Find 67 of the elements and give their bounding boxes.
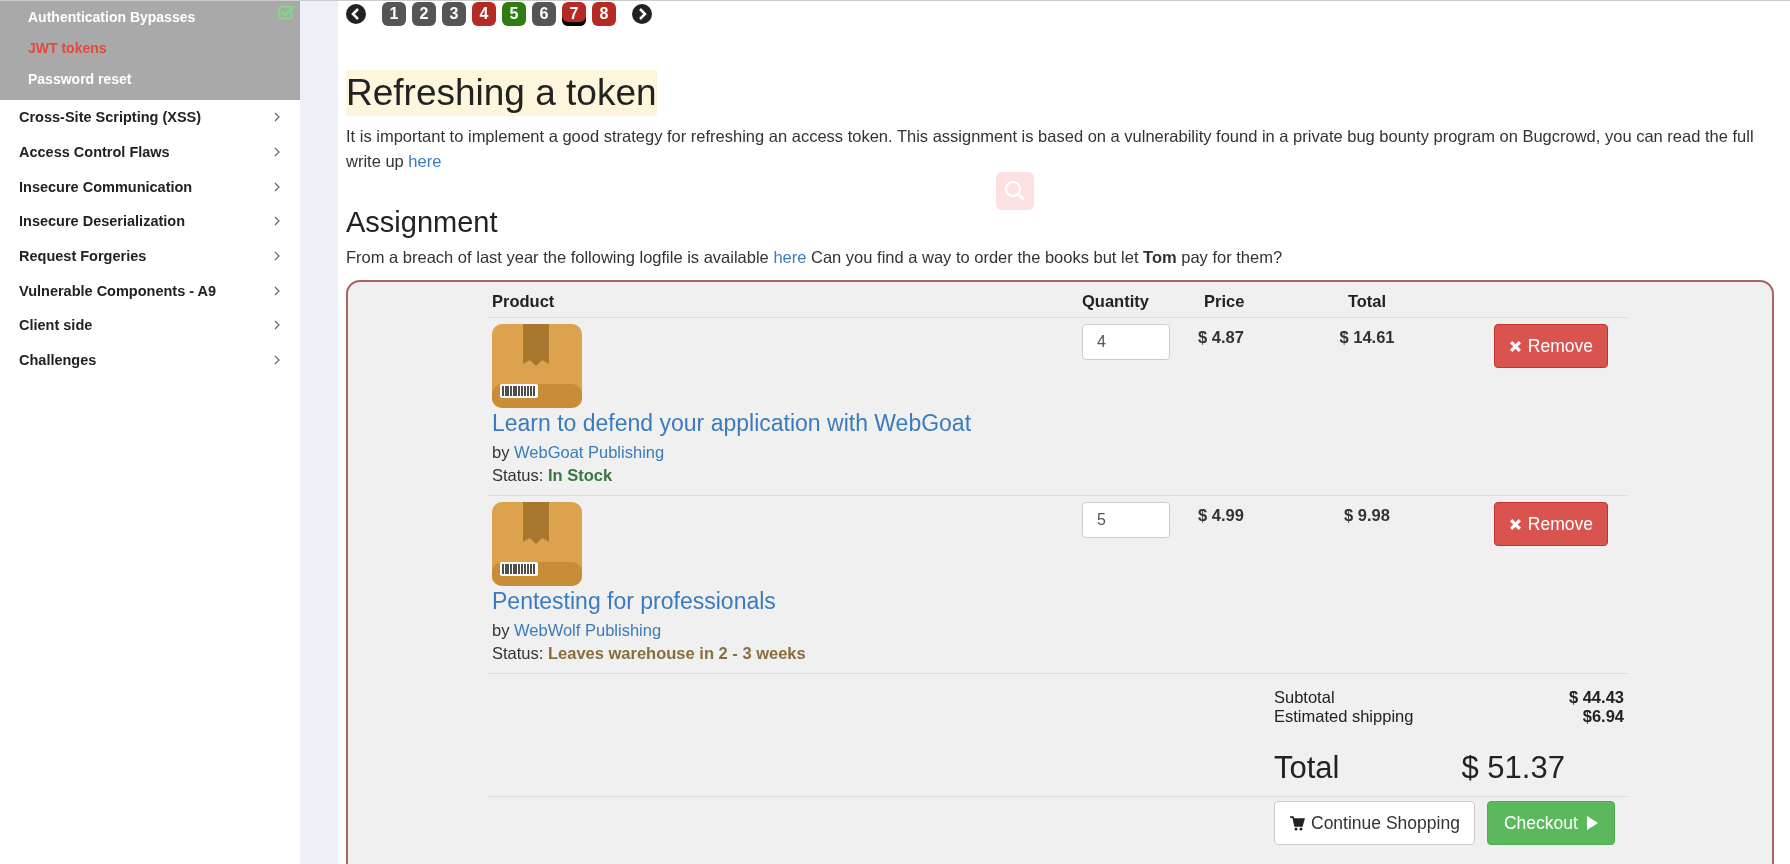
chevron-right-icon — [274, 251, 280, 262]
chevron-right-icon — [274, 320, 280, 331]
chevron-right-icon — [274, 181, 280, 192]
close-icon — [1508, 517, 1522, 531]
page-button[interactable]: 2 — [412, 2, 436, 26]
stock-status: In Stock — [547, 466, 613, 484]
remove-button[interactable]: Remove — [1493, 502, 1608, 546]
shipping-label: Estimated shipping — [1274, 707, 1414, 726]
column-header: Price — [1203, 292, 1246, 311]
page-button[interactable]: 8 — [592, 2, 616, 26]
chevron-right-icon — [274, 216, 280, 227]
category-link[interactable]: Insecure Communication — [19, 178, 193, 195]
page-title: Refreshing a token — [346, 70, 657, 116]
total-label: Total — [1274, 750, 1340, 786]
shipping-value: $6.94 — [1582, 707, 1624, 726]
publisher-link[interactable]: WebWolf Publishing — [514, 621, 662, 639]
logfile-link[interactable]: here — [773, 248, 807, 266]
play-icon — [1585, 816, 1598, 830]
total-cell-text: $ 14.61 — [1338, 327, 1396, 348]
write-up-link[interactable]: here — [408, 152, 442, 170]
category-link[interactable]: Insecure Deserialization — [19, 213, 185, 230]
quantity-field[interactable]: 4 — [1082, 324, 1170, 360]
total-value: $ 51.37 — [1461, 750, 1565, 786]
price-cell-text: $ 4.99 — [1197, 505, 1245, 526]
package-icon — [492, 324, 582, 408]
category-link[interactable]: Client side — [19, 317, 93, 334]
assignment-paragraph: From a breach of last year the following logfile is available here Can you find a way to order the books but let Tom pay for them? — [346, 247, 1284, 268]
cart-icon — [1289, 815, 1305, 831]
chevron-right-icon — [274, 112, 280, 123]
subtotal-label: Subtotal — [1274, 688, 1335, 707]
total-cell-text: $ 9.98 — [1343, 505, 1391, 526]
by-label: by — [492, 621, 510, 639]
close-icon — [1508, 339, 1522, 353]
price-cell-text: $ 4.87 — [1197, 327, 1245, 348]
stock-status: Leaves warehouse in 2 - 3 weeks — [547, 644, 806, 662]
page-button[interactable]: 1 — [382, 2, 406, 26]
category-link[interactable]: Access Control Flaws — [19, 144, 170, 161]
category-link[interactable]: Cross-Site Scripting (XSS) — [19, 109, 202, 126]
publisher-link[interactable]: WebGoat Publishing — [514, 443, 665, 461]
continue-shopping-button[interactable]: Continue Shopping — [1274, 801, 1475, 845]
column-header: Product — [492, 292, 556, 311]
chevron-right-icon — [274, 147, 280, 158]
previous-page-icon[interactable] — [346, 4, 366, 24]
page-button[interactable]: 7 — [562, 2, 586, 26]
package-icon — [492, 502, 582, 586]
remove-button[interactable]: Remove — [1493, 324, 1608, 368]
product-title-link[interactable]: Learn to defend your application with WebGoat — [492, 410, 972, 437]
next-page-icon[interactable] — [632, 4, 652, 24]
page-button[interactable]: 4 — [472, 2, 496, 26]
chevron-right-icon — [274, 355, 280, 366]
intro-paragraph: It is important to implement a good strategy for refreshing an access token. This assignment is based on a vulnerability found in a private bug bounty program on Bugcrowd, you can read the full write up here — [346, 126, 1755, 172]
by-label: by — [492, 443, 510, 461]
subtotal-value: $ 44.43 — [1568, 688, 1624, 707]
page-button[interactable]: 5 — [502, 2, 526, 26]
category-link[interactable]: Request Forgeries — [19, 248, 147, 265]
chevron-right-icon — [274, 285, 280, 296]
product-title-link[interactable]: Pentesting for professionals — [492, 588, 776, 615]
page-button[interactable]: 6 — [532, 2, 556, 26]
category-link[interactable]: Vulnerable Components - A9 — [19, 282, 217, 299]
quantity-field[interactable]: 5 — [1082, 502, 1170, 538]
status-label: Status: — [492, 644, 544, 662]
status-label: Status: — [492, 466, 544, 484]
category-link[interactable]: Challenges — [19, 352, 97, 369]
page-button[interactable]: 3 — [442, 2, 466, 26]
column-header: Quantity — [1082, 292, 1150, 311]
column-header: Total — [1346, 292, 1388, 311]
section-heading: Assignment — [346, 206, 499, 239]
